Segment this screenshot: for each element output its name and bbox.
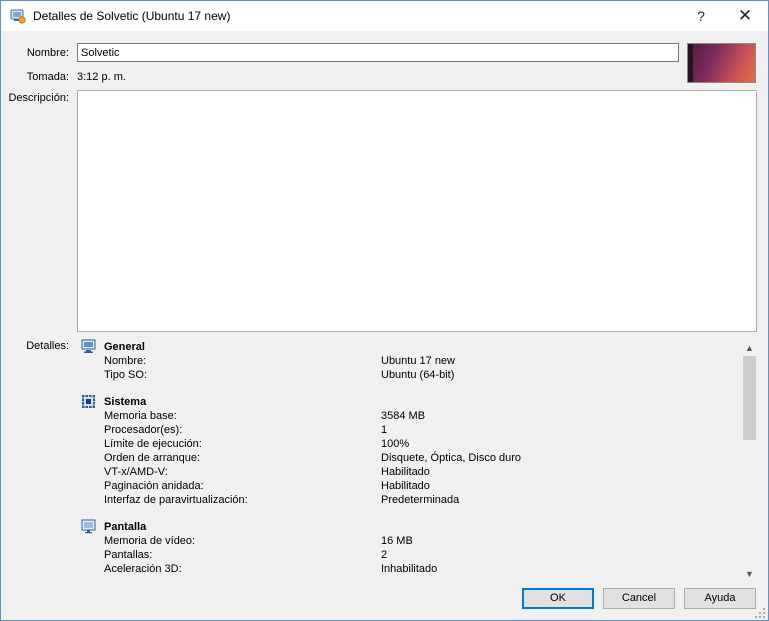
detail-value: Inhabilitado — [381, 563, 438, 575]
detail-value: 3584 MB — [381, 410, 426, 422]
section-display: Pantalla Memoria de vídeo: 16 MB Pantall… — [77, 519, 737, 577]
detail-value: 16 MB — [381, 535, 413, 547]
name-label: Nombre: — [26, 47, 69, 59]
resize-grip-icon[interactable] — [754, 607, 766, 619]
detail-row: Orden de arranque: Disquete, Óptica, Dis… — [77, 452, 737, 466]
detail-value: 100% — [381, 438, 410, 450]
section-general: General Nombre: Ubuntu 17 new Tipo SO: U… — [77, 339, 737, 383]
detail-key: Procesador(es): — [104, 424, 183, 436]
help-button[interactable]: Ayuda — [684, 588, 756, 609]
section-display-header: Pantalla — [77, 519, 737, 535]
scroll-thumb[interactable] — [743, 356, 756, 440]
taken-value: 3:12 p. m. — [77, 71, 126, 83]
detail-row: Nombre: Ubuntu 17 new — [77, 355, 737, 369]
detail-row: Interfaz de paravirtualización: Predeter… — [77, 494, 737, 508]
detail-key: Interfaz de paravirtualización: — [104, 494, 248, 506]
detail-row: Límite de ejecución: 100% — [77, 438, 737, 452]
detail-row: VT-x/AMD-V: Habilitado — [77, 466, 737, 480]
description-textarea[interactable] — [77, 90, 757, 332]
detail-value: Ubuntu 17 new — [381, 355, 455, 367]
ok-button[interactable]: OK — [522, 588, 594, 609]
detail-key: Nombre: — [104, 355, 147, 367]
description-label: Descripción: — [8, 92, 69, 104]
detail-value: 2 — [381, 549, 388, 561]
detail-key: Tipo SO: — [104, 369, 147, 381]
context-help-button[interactable]: ? — [678, 1, 724, 31]
detail-value: Habilitado — [381, 480, 430, 492]
name-input[interactable] — [77, 43, 679, 62]
detail-key: Aceleración 3D: — [104, 563, 182, 575]
detail-row: Memoria base: 3584 MB — [77, 410, 737, 424]
detail-key: Paginación anidada: — [104, 480, 204, 492]
section-general-header: General — [77, 339, 737, 355]
detail-row: Aceleración 3D: Inhabilitado — [77, 563, 737, 577]
close-button[interactable]: ✕ — [722, 1, 768, 31]
detail-value: Predeterminada — [381, 494, 460, 506]
display-icon — [81, 519, 96, 534]
details-content: General Nombre: Ubuntu 17 new Tipo SO: U… — [77, 339, 737, 577]
dialog-body: Nombre: Tomada: 3:12 p. m. Descripción: … — [1, 31, 768, 620]
detail-key: Límite de ejecución: — [104, 438, 202, 450]
detail-key: Pantallas: — [104, 549, 153, 561]
detail-key: Orden de arranque: — [104, 452, 201, 464]
detail-value: Habilitado — [381, 466, 430, 478]
detail-value: Disquete, Óptica, Disco duro — [381, 452, 522, 464]
details-panel[interactable]: General Nombre: Ubuntu 17 new Tipo SO: U… — [77, 339, 757, 581]
section-general-title: General — [104, 341, 145, 353]
detail-key: Memoria base: — [104, 410, 177, 422]
detail-row: Procesador(es): 1 — [77, 424, 737, 438]
snapshot-details-dialog: Detalles de Solvetic (Ubuntu 17 new) ? ✕… — [0, 0, 769, 621]
detail-value: 1 — [381, 424, 388, 436]
thumbnail-launcher-bar — [688, 44, 693, 82]
scroll-up-arrow-icon[interactable]: ▲ — [742, 341, 757, 355]
section-system: Sistema Memoria base: 3584 MB Procesador… — [77, 394, 737, 508]
virtualbox-snapshot-icon — [10, 8, 26, 24]
detail-value: Ubuntu (64-bit) — [381, 369, 455, 381]
section-display-title: Pantalla — [104, 521, 147, 533]
scroll-down-arrow-icon[interactable]: ▼ — [742, 567, 757, 581]
details-label: Detalles: — [26, 340, 69, 352]
detail-row: Paginación anidada: Habilitado — [77, 480, 737, 494]
monitor-icon — [81, 339, 96, 354]
cancel-button[interactable]: Cancel — [603, 588, 675, 609]
taken-label: Tomada: — [26, 71, 69, 83]
chip-icon — [81, 394, 96, 409]
snapshot-thumbnail — [687, 43, 756, 83]
window-title: Detalles de Solvetic (Ubuntu 17 new) — [33, 9, 231, 23]
detail-row: Tipo SO: Ubuntu (64-bit) — [77, 369, 737, 383]
detail-row: Memoria de vídeo: 16 MB — [77, 535, 737, 549]
details-scrollbar[interactable]: ▲ ▼ — [742, 341, 757, 581]
detail-key: VT-x/AMD-V: — [104, 466, 168, 478]
section-system-title: Sistema — [104, 396, 147, 408]
detail-key: Memoria de vídeo: — [104, 535, 196, 547]
section-system-header: Sistema — [77, 394, 737, 410]
detail-row: Pantallas: 2 — [77, 549, 737, 563]
title-bar[interactable]: Detalles de Solvetic (Ubuntu 17 new) ? ✕ — [1, 1, 768, 31]
